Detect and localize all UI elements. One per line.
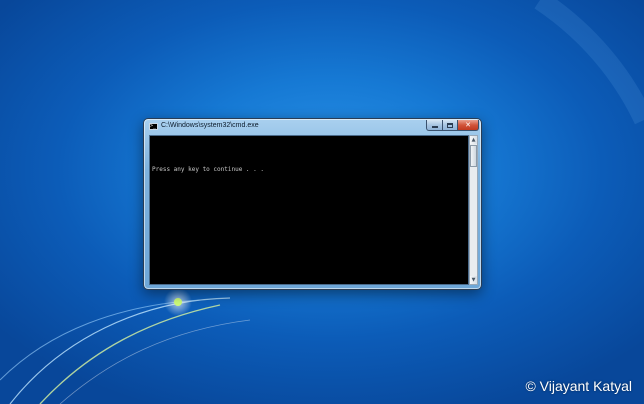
window-title: C:\Windows\system32\cmd.exe xyxy=(161,122,259,129)
close-icon: ✕ xyxy=(465,121,471,129)
minimize-button[interactable] xyxy=(426,120,443,131)
scroll-down-icon[interactable]: ▼ xyxy=(470,276,477,284)
copyright-watermark: © Vijayant Katyal xyxy=(525,378,632,394)
close-button[interactable]: ✕ xyxy=(457,120,479,131)
scroll-thumb[interactable] xyxy=(470,145,477,167)
console-line: Press any key to continue . . . xyxy=(152,166,264,173)
cmd-window[interactable]: >_ C:\Windows\system32\cmd.exe ✕ Press a… xyxy=(143,118,482,290)
console-output[interactable]: Press any key to continue . . . xyxy=(149,135,469,285)
cmd-icon[interactable]: >_ xyxy=(149,123,158,130)
title-bar[interactable]: >_ C:\Windows\system32\cmd.exe ✕ xyxy=(144,119,481,135)
minimize-icon xyxy=(431,126,438,128)
maximize-icon xyxy=(447,122,453,128)
maximize-button[interactable] xyxy=(442,120,458,131)
vertical-scrollbar[interactable]: ▲ ▼ xyxy=(469,135,478,285)
scroll-up-icon[interactable]: ▲ xyxy=(470,136,477,144)
